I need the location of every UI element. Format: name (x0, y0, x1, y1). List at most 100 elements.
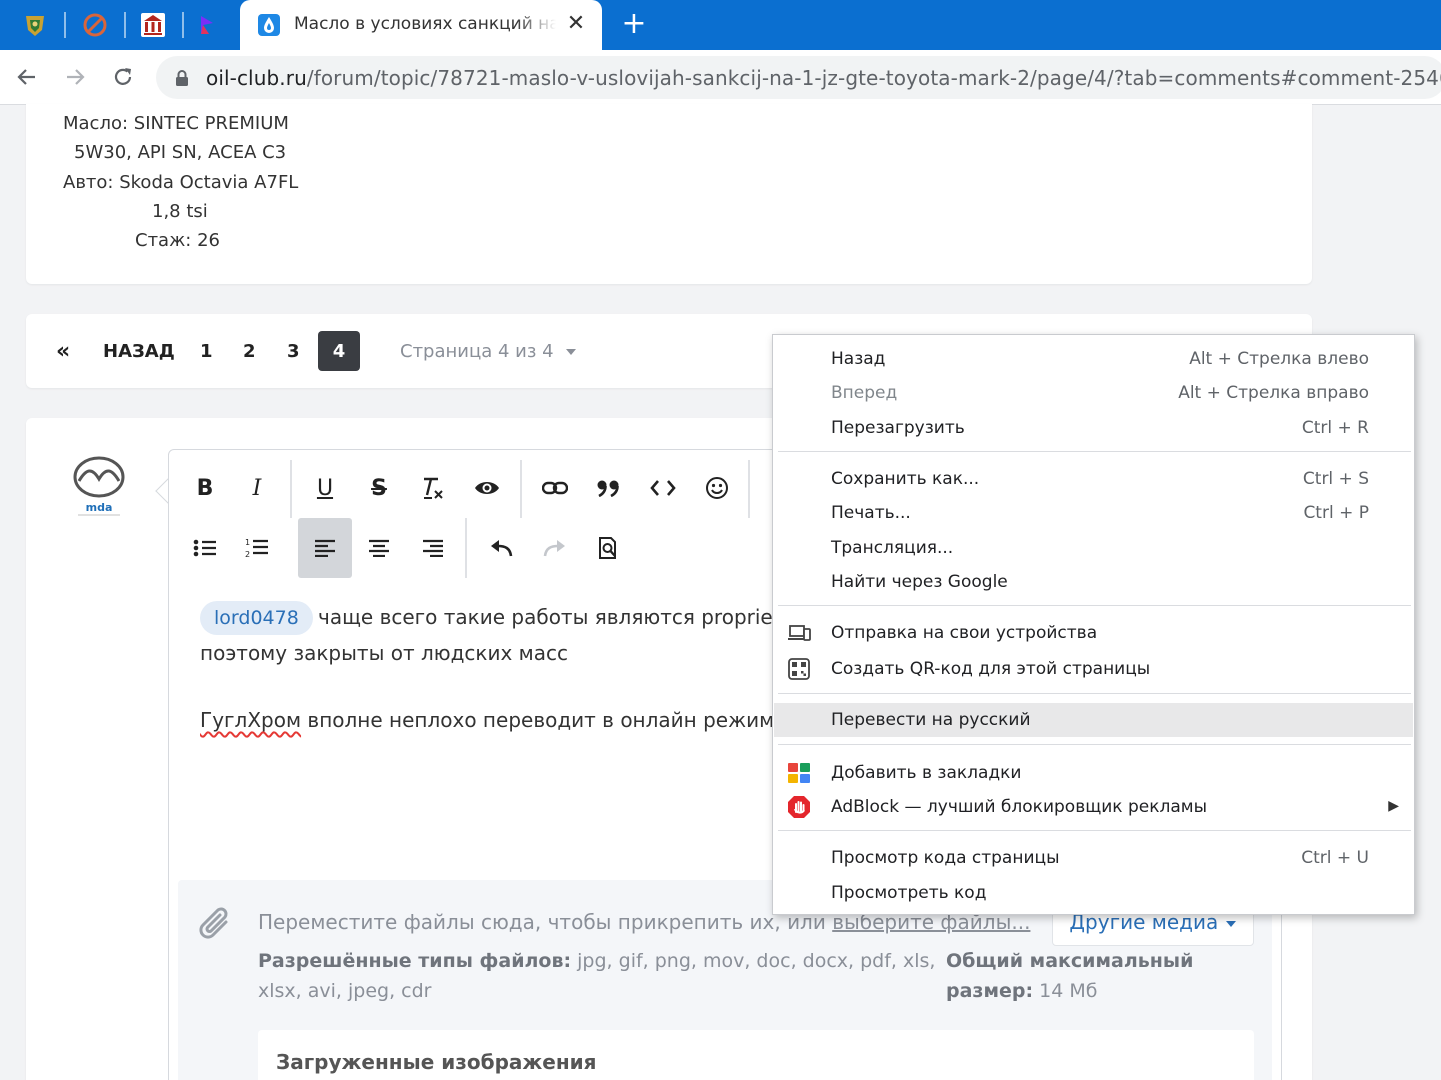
preview-eye-icon[interactable] (462, 460, 512, 516)
menu-item-view-source[interactable]: Просмотр кода страницы Ctrl + U (774, 841, 1413, 875)
allowed-types-value-2: xlsx, avi, jpeg, cdr (258, 980, 432, 1002)
page-current[interactable]: 4 (318, 331, 360, 371)
max-size-info: Общий максимальный размер: 14 Мб (946, 946, 1193, 1006)
menu-separator (778, 605, 1411, 606)
menu-item-create-qr[interactable]: Создать QR-код для этой страницы (774, 652, 1413, 686)
menu-item-label: AdBlock — лучший блокировщик рекламы (831, 797, 1207, 817)
toolbar-separator (290, 460, 292, 518)
pinned-tab-3[interactable] (136, 9, 170, 41)
page-jump-dropdown[interactable]: Страница 4 из 4 (400, 341, 577, 362)
experience-label: Стаж: (135, 230, 192, 251)
oil-label: Масло: (63, 113, 129, 134)
submenu-arrow-icon: ▶ (1388, 798, 1399, 814)
car-value: Skoda Octavia A7FL (119, 172, 299, 193)
max-size-label-2: размер: (946, 980, 1034, 1002)
numbered-list-icon[interactable]: 12 (232, 520, 282, 576)
avatar[interactable]: mda (68, 455, 130, 525)
align-center-glyph (369, 539, 389, 557)
misspelled-word[interactable]: ГуглХром (200, 708, 301, 732)
forward-button[interactable] (60, 62, 90, 92)
back-page-link[interactable]: НАЗАД (103, 331, 175, 371)
page-link-3[interactable]: 3 (287, 331, 300, 371)
align-center-icon[interactable] (354, 520, 404, 576)
menu-item-shortcut: Ctrl + R (1301, 418, 1369, 438)
browser-toolbar: oil-club.ru/forum/topic/78721-maslo-v-us… (0, 50, 1441, 105)
menu-item-inspect[interactable]: Просмотреть код (774, 876, 1413, 910)
preview-doc-icon[interactable] (584, 520, 634, 576)
menu-item-save-as[interactable]: Сохранить как... Ctrl + S (774, 462, 1413, 496)
bold-icon[interactable]: B (180, 460, 230, 516)
menu-item-add-bookmarks[interactable]: Добавить в закладки (774, 756, 1413, 790)
link-glyph (542, 481, 568, 495)
paperclip-icon (199, 907, 228, 939)
undo-glyph (491, 540, 513, 557)
italic-icon[interactable]: I (232, 460, 282, 516)
svg-text:mda: mda (86, 501, 113, 514)
quote-glyph (597, 480, 619, 497)
editor-line-1: чаще всего такие работы являются proprie… (318, 605, 781, 629)
menu-item-shortcut: Ctrl + U (1301, 848, 1369, 868)
menu-item-translate[interactable]: Перевести на русский (774, 703, 1413, 737)
max-size-value: 14 Мб (1033, 980, 1098, 1002)
menu-item-adblock[interactable]: AdBlock — лучший блокировщик рекламы ▶ (774, 790, 1413, 824)
car-info: Авто: Skoda Octavia A7FL (63, 172, 298, 193)
quote-icon[interactable] (584, 460, 634, 516)
back-button[interactable] (12, 62, 42, 92)
redo-icon[interactable] (530, 520, 580, 576)
page-info-label: Страница 4 из 4 (400, 341, 554, 362)
oil-drop-icon (258, 14, 280, 36)
strikethrough-icon[interactable]: S (354, 460, 404, 516)
menu-item-label: Вперед (831, 383, 898, 403)
code-glyph (650, 480, 676, 496)
align-right-icon[interactable] (408, 520, 458, 576)
toolbar-separator (520, 460, 522, 518)
menu-item-forward[interactable]: Вперед Alt + Стрелка вправо (774, 376, 1413, 410)
allowed-types-value-1: jpg, gif, png, mov, doc, docx, pdf, xls, (571, 950, 936, 972)
close-tab-icon[interactable]: ✕ (562, 10, 590, 38)
page-link-2[interactable]: 2 (243, 331, 256, 371)
address-bar[interactable]: oil-club.ru/forum/topic/78721-maslo-v-us… (156, 56, 1441, 99)
menu-item-shortcut: Ctrl + S (1302, 469, 1369, 489)
redo-glyph (543, 540, 565, 557)
active-tab[interactable]: Масло в условиях санкций на 1JZ-GTE ✕ (240, 0, 602, 50)
reload-button[interactable] (108, 62, 138, 92)
pinned-tab-4[interactable] (190, 9, 224, 41)
context-menu: Назад Alt + Стрелка влево Вперед Alt + Стр… (772, 334, 1415, 915)
purple-app-icon (201, 16, 213, 34)
tab-separator (182, 12, 184, 38)
first-page-link[interactable]: « (56, 331, 70, 371)
museum-icon (141, 13, 165, 37)
menu-item-send-to-devices[interactable]: Отправка на свои устройства (774, 616, 1413, 650)
uploaded-images-panel: Загруженные изображения (258, 1030, 1254, 1080)
menu-item-cast[interactable]: Трансляция... (774, 531, 1413, 565)
align-left-icon[interactable] (298, 518, 352, 578)
pinned-tab-2[interactable] (78, 9, 112, 41)
menu-item-label: Трансляция... (831, 538, 954, 558)
url-text: oil-club.ru/forum/topic/78721-maslo-v-us… (206, 66, 1441, 90)
new-tab-button[interactable]: + (618, 8, 650, 40)
menu-item-print[interactable]: Печать... Ctrl + P (774, 496, 1413, 530)
allowed-file-types: Разрешённые типы файлов: jpg, gif, png, … (258, 946, 935, 1006)
link-icon[interactable] (530, 460, 580, 516)
underline-icon[interactable]: U (300, 460, 350, 516)
menu-item-label: Просмотр кода страницы (831, 848, 1060, 868)
menu-item-back[interactable]: Назад Alt + Стрелка влево (774, 342, 1413, 376)
undo-icon[interactable] (476, 520, 526, 576)
clear-format-glyph (424, 477, 443, 499)
mazda-logo-icon: mda (73, 456, 125, 516)
menu-item-label: Добавить в закладки (831, 763, 1022, 783)
menu-item-label: Создать QR-код для этой страницы (831, 659, 1151, 679)
user-mention[interactable]: lord0478 (200, 601, 313, 635)
menu-item-reload[interactable]: Перезагрузить Ctrl + R (774, 411, 1413, 445)
editor-line-2: поэтому закрыты от людских масс (200, 641, 569, 665)
menu-separator (778, 451, 1411, 452)
code-icon[interactable] (638, 460, 688, 516)
tab-separator (124, 12, 126, 38)
oil-spec: 5W30, API SN, ACEA C3 (74, 142, 287, 163)
bulleted-list-icon[interactable] (180, 520, 230, 576)
clear-format-icon[interactable] (408, 460, 458, 516)
menu-item-search-google[interactable]: Найти через Google (774, 565, 1413, 599)
emoji-icon[interactable] (692, 460, 742, 516)
page-link-1[interactable]: 1 (200, 331, 213, 371)
pinned-tab-1[interactable] (18, 9, 52, 41)
